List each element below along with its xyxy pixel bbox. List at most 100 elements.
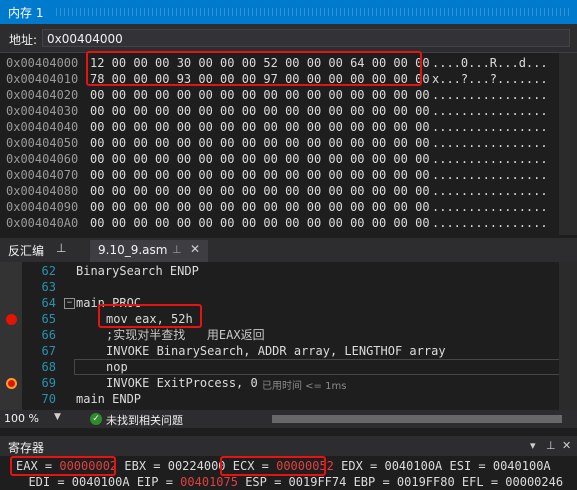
collapse-icon[interactable]: −	[64, 298, 75, 309]
line-number: 69	[41, 376, 56, 390]
code-line[interactable]: 63	[0, 279, 577, 295]
memory-window-titlebar[interactable]: 内存 1	[0, 0, 577, 24]
code-line[interactable]: 66 ;实现对半查找 用EAX返回	[0, 327, 577, 343]
register-line-1: EAX = 00000002 EBX = 00224000 ECX = 0000…	[16, 458, 551, 474]
titlebar-grip	[56, 8, 571, 16]
ecx-value: 00000052	[276, 459, 334, 473]
close-icon[interactable]: ✕	[190, 242, 200, 256]
line-number: 68	[41, 360, 56, 374]
esp-ebp-efl-values: ESP = 0019FF74 EBP = 0019FF80 EFL = 0000…	[237, 475, 564, 489]
code-text: INVOKE BinarySearch, ADDR array, LENGTHO…	[106, 344, 446, 358]
memory-ascii: ................	[432, 104, 548, 118]
memory-address: 0x00404040	[6, 120, 79, 134]
memory-address: 0x00404080	[6, 184, 79, 198]
line-number: 70	[41, 392, 56, 406]
memory-hex-bytes: 00 00 00 00 00 00 00 00 00 00 00 00 00 0…	[90, 200, 430, 214]
code-text: main PROC	[76, 296, 142, 310]
memory-address: 0x00404010	[6, 72, 79, 86]
memory-hex-bytes: 78 00 00 00 93 00 00 00 97 00 00 00 00 0…	[90, 72, 430, 86]
memory-hex-bytes: 00 00 00 00 00 00 00 00 00 00 00 00 00 0…	[90, 168, 430, 182]
ecx-label: ECX =	[232, 459, 277, 473]
elapsed-time-hint: 已用时间 <= 1ms	[262, 381, 347, 392]
breakpoint-current-icon[interactable]	[6, 378, 17, 389]
memory-address: 0x00404090	[6, 200, 79, 214]
memory-hex-bytes: 00 00 00 00 00 00 00 00 00 00 00 00 00 0…	[90, 120, 430, 134]
code-line[interactable]: 67 INVOKE BinarySearch, ADDR array, LENGT…	[0, 343, 577, 359]
code-text: main ENDP	[76, 392, 142, 406]
memory-hex-bytes: 00 00 00 00 00 00 00 00 00 00 00 00 00 0…	[90, 152, 430, 166]
eip-value: 00401075	[180, 475, 238, 489]
tab-source-file[interactable]: 9.10_9.asm ⊥ ✕	[90, 240, 208, 262]
memory-hex-bytes: 00 00 00 00 00 00 00 00 00 00 00 00 00 0…	[90, 216, 430, 230]
code-line[interactable]: 68 nop	[0, 359, 577, 375]
memory-address: 0x00404060	[6, 152, 79, 166]
memory-hex-bytes: 00 00 00 00 00 00 00 00 00 00 00 00 00 0…	[90, 184, 430, 198]
register-line-2: EDI = 0040100A EIP = 00401075 ESP = 0019…	[14, 474, 563, 490]
check-icon: ✓	[90, 413, 102, 425]
editor-statusbar: 100 % ▼ ✓ 未找到相关问题	[0, 410, 577, 428]
memory-scrollbar[interactable]	[559, 53, 577, 235]
code-line[interactable]: 64 main PROC	[0, 295, 577, 311]
code-editor[interactable]: 62 BinarySearch ENDP 63 64 main PROC −65 mov e…	[0, 262, 577, 410]
memory-ascii: ................	[432, 152, 548, 166]
horizontal-scrollbar[interactable]	[272, 415, 562, 423]
address-label: 地址:	[9, 33, 38, 47]
memory-hex-bytes: 00 00 00 00 00 00 00 00 00 00 00 00 00 0…	[90, 136, 430, 150]
memory-ascii: ....0...R...d...	[432, 56, 548, 70]
tab-source-label: 9.10_9.asm	[98, 243, 168, 257]
memory-ascii: ................	[432, 216, 548, 230]
memory-ascii: ................	[432, 136, 548, 150]
breakpoint-icon[interactable]	[6, 314, 17, 325]
line-number: 66	[41, 328, 56, 342]
code-line[interactable]: 65 mov eax, 52h	[0, 311, 577, 327]
memory-window-title: 内存 1	[8, 6, 44, 20]
memory-ascii: x...?...?.......	[432, 72, 548, 86]
registers-titlebar: 寄存器 ▾ ⊥ ✕	[0, 436, 577, 456]
edx-esi-values: EDX = 0040100A ESI = 0040100A	[333, 459, 551, 473]
chevron-down-icon[interactable]: ▼	[54, 412, 61, 422]
pin-icon[interactable]: ⊥	[56, 241, 66, 255]
memory-view[interactable]: 0x00404000 12 00 00 00 30 00 00 00 52 00 …	[0, 53, 577, 235]
memory-ascii: ................	[432, 120, 548, 134]
pin-icon[interactable]: ⊥	[172, 243, 182, 256]
code-text: nop	[106, 360, 128, 374]
zoom-level[interactable]: 100 %	[4, 412, 39, 425]
registers-view[interactable]: EAX = 00000002 EBX = 00224000 ECX = 0000…	[0, 456, 577, 490]
eax-value: 00000002	[59, 459, 118, 473]
memory-address: 0x00404000	[6, 56, 79, 70]
eax-label: EAX =	[16, 459, 60, 473]
memory-address: 0x00404030	[6, 104, 79, 118]
line-number: 63	[41, 280, 56, 294]
memory-address: 0x00404070	[6, 168, 79, 182]
code-comment: ;实现对半查找 用EAX返回	[106, 328, 265, 342]
pin-icon[interactable]: ⊥	[546, 439, 556, 452]
address-input[interactable]: 0x00404000	[42, 29, 570, 47]
code-text: BinarySearch ENDP	[76, 264, 199, 278]
memory-ascii: ................	[432, 184, 548, 198]
tab-disassembly[interactable]: 反汇编	[8, 242, 44, 259]
memory-hex-bytes: 12 00 00 00 30 00 00 00 52 00 00 00 64 0…	[90, 56, 430, 70]
memory-hex-bytes: 00 00 00 00 00 00 00 00 00 00 00 00 00 0…	[90, 104, 430, 118]
memory-address: 0x00404050	[6, 136, 79, 150]
line-number: 64	[41, 296, 56, 310]
code-line[interactable]: 70 main ENDP	[0, 391, 577, 407]
memory-ascii: ................	[432, 88, 548, 102]
line-number: 65	[41, 312, 56, 326]
close-icon[interactable]: ✕	[562, 439, 571, 452]
code-text: INVOKE ExitProcess, 0	[106, 376, 258, 390]
registers-title: 寄存器	[8, 441, 45, 455]
memory-ascii: ................	[432, 200, 548, 214]
issues-status[interactable]: 未找到相关问题	[106, 412, 183, 428]
memory-address: 0x004040A0	[6, 216, 79, 230]
memory-address: 0x00404020	[6, 88, 79, 102]
dropdown-icon[interactable]: ▾	[530, 439, 536, 452]
line-number: 67	[41, 344, 56, 358]
code-text: mov eax, 52h	[106, 312, 193, 326]
memory-hex-bytes: 00 00 00 00 00 00 00 00 00 00 00 00 00 0…	[90, 88, 430, 102]
ebx-value: EBX = 00224000	[117, 459, 233, 473]
code-line[interactable]: 62 BinarySearch ENDP	[0, 263, 577, 279]
line-number: 62	[41, 264, 56, 278]
memory-ascii: ................	[432, 168, 548, 182]
document-tabbar: 反汇编 ⊥ 9.10_9.asm ⊥ ✕	[0, 238, 577, 262]
edi-label: EDI = 0040100A EIP =	[14, 475, 181, 489]
